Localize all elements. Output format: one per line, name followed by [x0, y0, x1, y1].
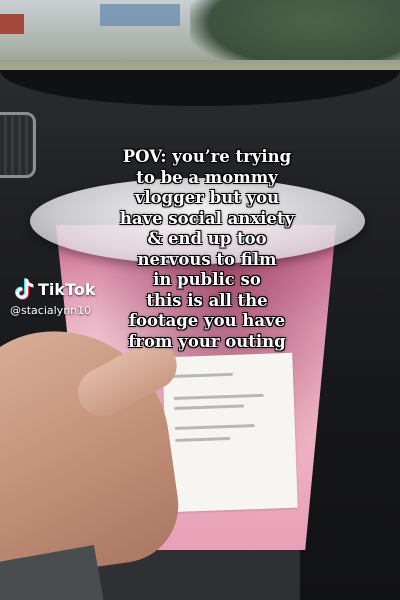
air-vent — [0, 112, 36, 178]
caption-line: POV: you’re trying — [122, 147, 292, 166]
caption-line: this is all the — [146, 290, 268, 310]
tiktok-watermark: TikTok — [14, 277, 95, 301]
cup-label-sticker — [162, 352, 298, 513]
caption-line: to be a mommy — [136, 167, 278, 187]
label-line — [173, 393, 264, 400]
video-caption: POV: you’re trying to be a mommy vlogger… — [92, 147, 322, 352]
background-building — [100, 4, 180, 26]
tiktok-brand-label: TikTok — [38, 279, 96, 299]
label-line — [174, 424, 255, 430]
background-red-building — [0, 14, 24, 34]
tiktok-logo-icon — [15, 278, 34, 300]
caption-line: vlogger but you — [134, 188, 280, 207]
caption-line: nervous to film — [137, 249, 277, 269]
creator-username[interactable]: @stacialynn10 — [10, 304, 91, 317]
caption-line: have social anxiety — [119, 208, 295, 228]
caption-line: footage you have — [128, 311, 286, 330]
label-line — [172, 372, 234, 378]
label-line — [175, 436, 231, 442]
label-line — [174, 404, 245, 410]
caption-line: & end up too — [147, 229, 267, 248]
video-frame[interactable]: TikTok @stacialynn10 POV: you’re trying … — [0, 0, 400, 600]
caption-line: in public so — [153, 270, 261, 289]
caption-line: from your outing — [128, 331, 286, 351]
